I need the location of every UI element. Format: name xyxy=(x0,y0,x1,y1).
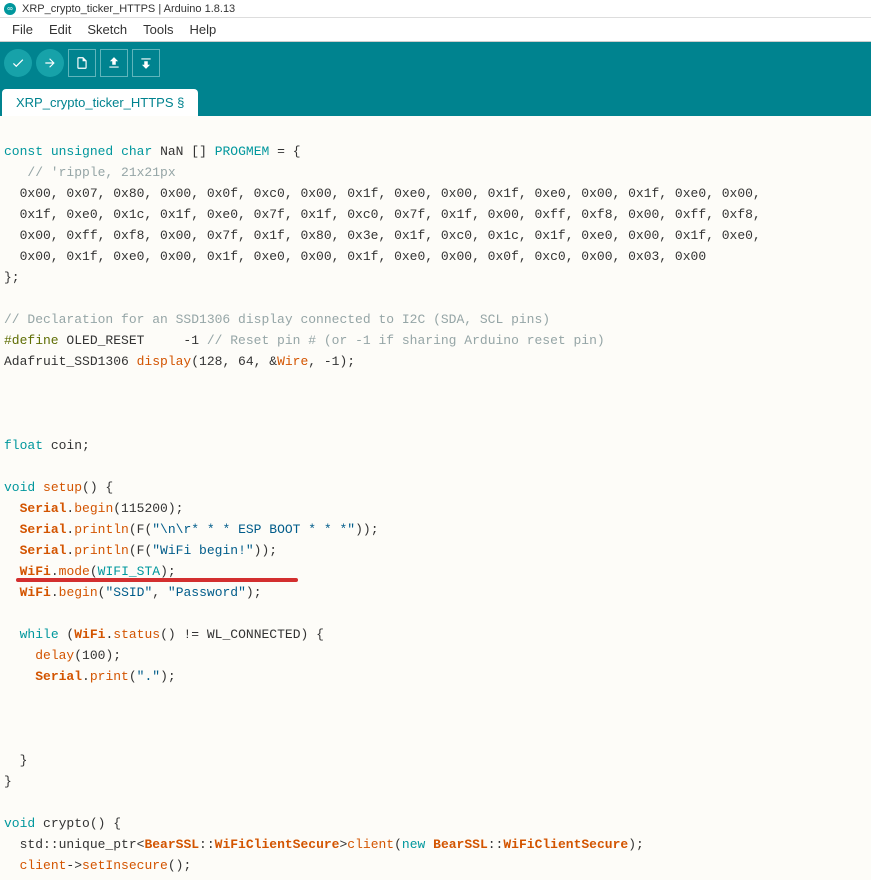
titlebar-text: XRP_crypto_ticker_HTTPS | Arduino 1.8.13 xyxy=(22,3,235,15)
code-line: 0x00, 0x1f, 0xe0, 0x00, 0x1f, 0xe0, 0x00… xyxy=(4,249,706,264)
code-line: 0x00, 0x07, 0x80, 0x00, 0x0f, 0xc0, 0x00… xyxy=(4,186,761,201)
code-line: float coin; xyxy=(4,438,90,453)
code-line: Serial.println(F("\n\r* * * ESP BOOT * *… xyxy=(4,522,379,537)
code-line: WiFi.begin("SSID", "Password"); xyxy=(4,585,262,600)
arrow-down-icon xyxy=(139,56,153,70)
code-line: // Declaration for an SSD1306 display co… xyxy=(4,312,550,327)
code-editor[interactable]: const unsigned char NaN [] PROGMEM = { /… xyxy=(0,116,871,880)
toolbar xyxy=(0,42,871,84)
verify-button[interactable] xyxy=(4,49,32,77)
menu-edit[interactable]: Edit xyxy=(41,20,79,39)
code-line: Serial.print("."); xyxy=(4,669,176,684)
code-line: Serial.begin(115200); xyxy=(4,501,183,516)
menu-file[interactable]: File xyxy=(4,20,41,39)
new-button[interactable] xyxy=(68,49,96,77)
menubar: File Edit Sketch Tools Help xyxy=(0,18,871,42)
file-icon xyxy=(75,56,89,70)
code-line: delay(100); xyxy=(4,648,121,663)
code-line: // 'ripple, 21x21px xyxy=(4,165,176,180)
code-line: void setup() { xyxy=(4,480,113,495)
code-line: Serial.println(F("WiFi begin!")); xyxy=(4,543,277,558)
menu-help[interactable]: Help xyxy=(181,20,224,39)
menu-sketch[interactable]: Sketch xyxy=(79,20,135,39)
save-button[interactable] xyxy=(132,49,160,77)
arrow-up-icon xyxy=(107,56,121,70)
code-line: Adafruit_SSD1306 display(128, 64, &Wire,… xyxy=(4,354,355,369)
upload-button[interactable] xyxy=(36,49,64,77)
open-button[interactable] xyxy=(100,49,128,77)
code-line: 0x00, 0xff, 0xf8, 0x00, 0x7f, 0x1f, 0x80… xyxy=(4,228,761,243)
code-line: void crypto() { xyxy=(4,816,121,831)
code-line: }; xyxy=(4,270,20,285)
check-icon xyxy=(11,56,25,70)
code-line: 0x1f, 0xe0, 0x1c, 0x1f, 0xe0, 0x7f, 0x1f… xyxy=(4,207,761,222)
code-line: std::unique_ptr<BearSSL::WiFiClientSecur… xyxy=(4,837,644,852)
code-line: } xyxy=(4,774,12,789)
titlebar: ∞ XRP_crypto_ticker_HTTPS | Arduino 1.8.… xyxy=(0,0,871,18)
highlight-underline xyxy=(16,578,298,582)
code-line: } xyxy=(4,753,27,768)
code-line: const unsigned char NaN [] PROGMEM = { xyxy=(4,144,301,159)
code-line: WiFi.mode(WIFI_STA); xyxy=(4,564,176,579)
tab-sketch[interactable]: XRP_crypto_ticker_HTTPS § xyxy=(2,89,198,116)
code-line: #define OLED_RESET -1 // Reset pin # (or… xyxy=(4,333,605,348)
tabbar: XRP_crypto_ticker_HTTPS § xyxy=(0,84,871,116)
code-line: client->setInsecure(); xyxy=(4,858,191,873)
menu-tools[interactable]: Tools xyxy=(135,20,181,39)
arduino-logo-icon: ∞ xyxy=(4,3,16,15)
arrow-right-icon xyxy=(43,56,57,70)
code-line: while (WiFi.status() != WL_CONNECTED) { xyxy=(4,627,324,642)
